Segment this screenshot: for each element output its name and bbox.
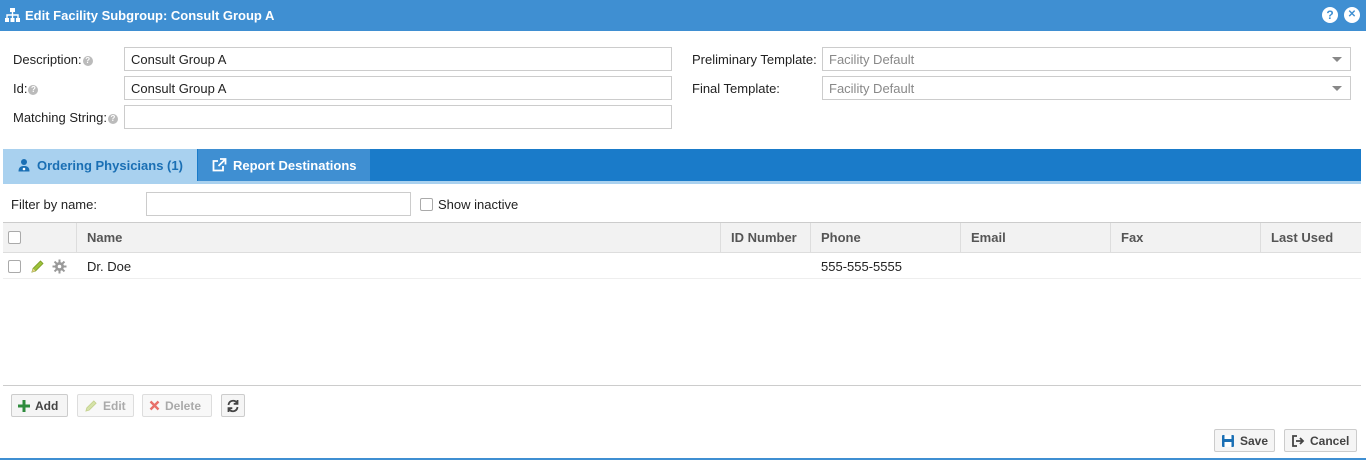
cell-email — [961, 254, 1109, 279]
refresh-button[interactable] — [221, 394, 245, 417]
column-header-email[interactable]: Email — [960, 223, 1110, 253]
external-link-icon — [212, 158, 227, 172]
preliminary-template-value: Facility Default — [829, 51, 915, 67]
filter-by-name-input[interactable] — [146, 192, 411, 216]
tab-report-destinations[interactable]: Report Destinations — [198, 149, 370, 181]
delete-button-label: Delete — [165, 398, 202, 413]
close-icon[interactable]: ✕ — [1344, 7, 1360, 23]
cell-id-number — [721, 254, 809, 279]
tab-ordering-physicians-label: Ordering Physicians (1) — [37, 157, 183, 173]
column-header-fax[interactable]: Fax — [1110, 223, 1260, 253]
matching-string-label: Matching String:? — [13, 110, 118, 125]
row-checkbox[interactable] — [8, 260, 21, 273]
add-button-label: Add — [35, 398, 59, 413]
column-header-last-used[interactable]: Last Used — [1260, 223, 1361, 253]
id-label: Id:? — [13, 81, 39, 96]
cancel-button[interactable]: Cancel — [1284, 429, 1357, 452]
id-label-text: Id: — [13, 81, 28, 96]
add-button[interactable]: Add — [11, 394, 68, 417]
final-template-label: Final Template: — [692, 81, 780, 96]
matching-string-label-text: Matching String: — [13, 110, 107, 125]
cell-fax — [1111, 254, 1259, 279]
sign-out-icon — [1292, 434, 1305, 447]
filter-label: Filter by name: — [11, 197, 97, 212]
cancel-button-label: Cancel — [1310, 433, 1350, 448]
show-inactive-checkbox[interactable] — [420, 198, 433, 211]
id-field[interactable] — [124, 76, 672, 100]
tab-bar: Ordering Physicians (1) Report Destinati… — [3, 149, 1361, 181]
column-header-name[interactable]: Name — [76, 223, 720, 253]
cell-phone: 555-555-5555 — [821, 259, 902, 274]
tab-report-destinations-label: Report Destinations — [233, 157, 357, 173]
final-template-select[interactable]: Facility Default — [822, 76, 1351, 100]
pencil-icon[interactable] — [30, 259, 45, 277]
grid-header: Name ID Number Phone Email Fax Last Used — [3, 223, 1361, 253]
user-doctor-icon — [18, 159, 30, 172]
column-header-id-number[interactable]: ID Number — [720, 223, 810, 253]
edit-button[interactable]: Edit — [77, 394, 134, 417]
chevron-down-icon — [1332, 86, 1342, 91]
sitemap-icon — [4, 7, 21, 24]
table-row[interactable]: Dr. Doe 555-555-5555 — [3, 254, 1361, 279]
physicians-grid: Name ID Number Phone Email Fax Last Used — [3, 222, 1361, 386]
final-template-value: Facility Default — [829, 80, 915, 96]
refresh-icon — [227, 399, 239, 412]
delete-button[interactable]: Delete — [142, 394, 212, 417]
cell-last-used — [1261, 254, 1359, 279]
x-icon — [149, 400, 160, 411]
pencil-icon — [85, 399, 97, 412]
cell-name: Dr. Doe — [87, 259, 132, 274]
description-label-text: Description: — [13, 52, 82, 67]
description-help-icon[interactable]: ? — [82, 56, 93, 66]
description-field[interactable] — [124, 47, 672, 71]
column-header-phone[interactable]: Phone — [810, 223, 960, 253]
preliminary-template-label: Preliminary Template: — [692, 52, 817, 67]
id-help-icon[interactable]: ? — [28, 85, 39, 95]
description-label: Description:? — [13, 52, 93, 67]
matching-string-help-icon[interactable]: ? — [107, 114, 118, 124]
plus-icon — [18, 399, 30, 412]
dialog-title: Edit Facility Subgroup: Consult Group A — [25, 8, 275, 23]
show-inactive-label: Show inactive — [438, 197, 519, 212]
tab-ordering-physicians[interactable]: Ordering Physicians (1) — [3, 149, 197, 181]
select-all-checkbox[interactable] — [8, 231, 21, 244]
dialog-title-bar: Edit Facility Subgroup: Consult Group A … — [0, 0, 1366, 31]
preliminary-template-select[interactable]: Facility Default — [822, 47, 1351, 71]
matching-string-field[interactable] — [124, 105, 672, 129]
tab-underline — [3, 181, 1361, 184]
gear-icon[interactable] — [52, 259, 67, 277]
floppy-disk-icon — [1221, 434, 1234, 447]
save-button[interactable]: Save — [1214, 429, 1275, 452]
edit-button-label: Edit — [103, 398, 126, 413]
save-button-label: Save — [1239, 433, 1268, 448]
chevron-down-icon — [1332, 57, 1342, 62]
help-icon[interactable]: ? — [1322, 7, 1338, 23]
